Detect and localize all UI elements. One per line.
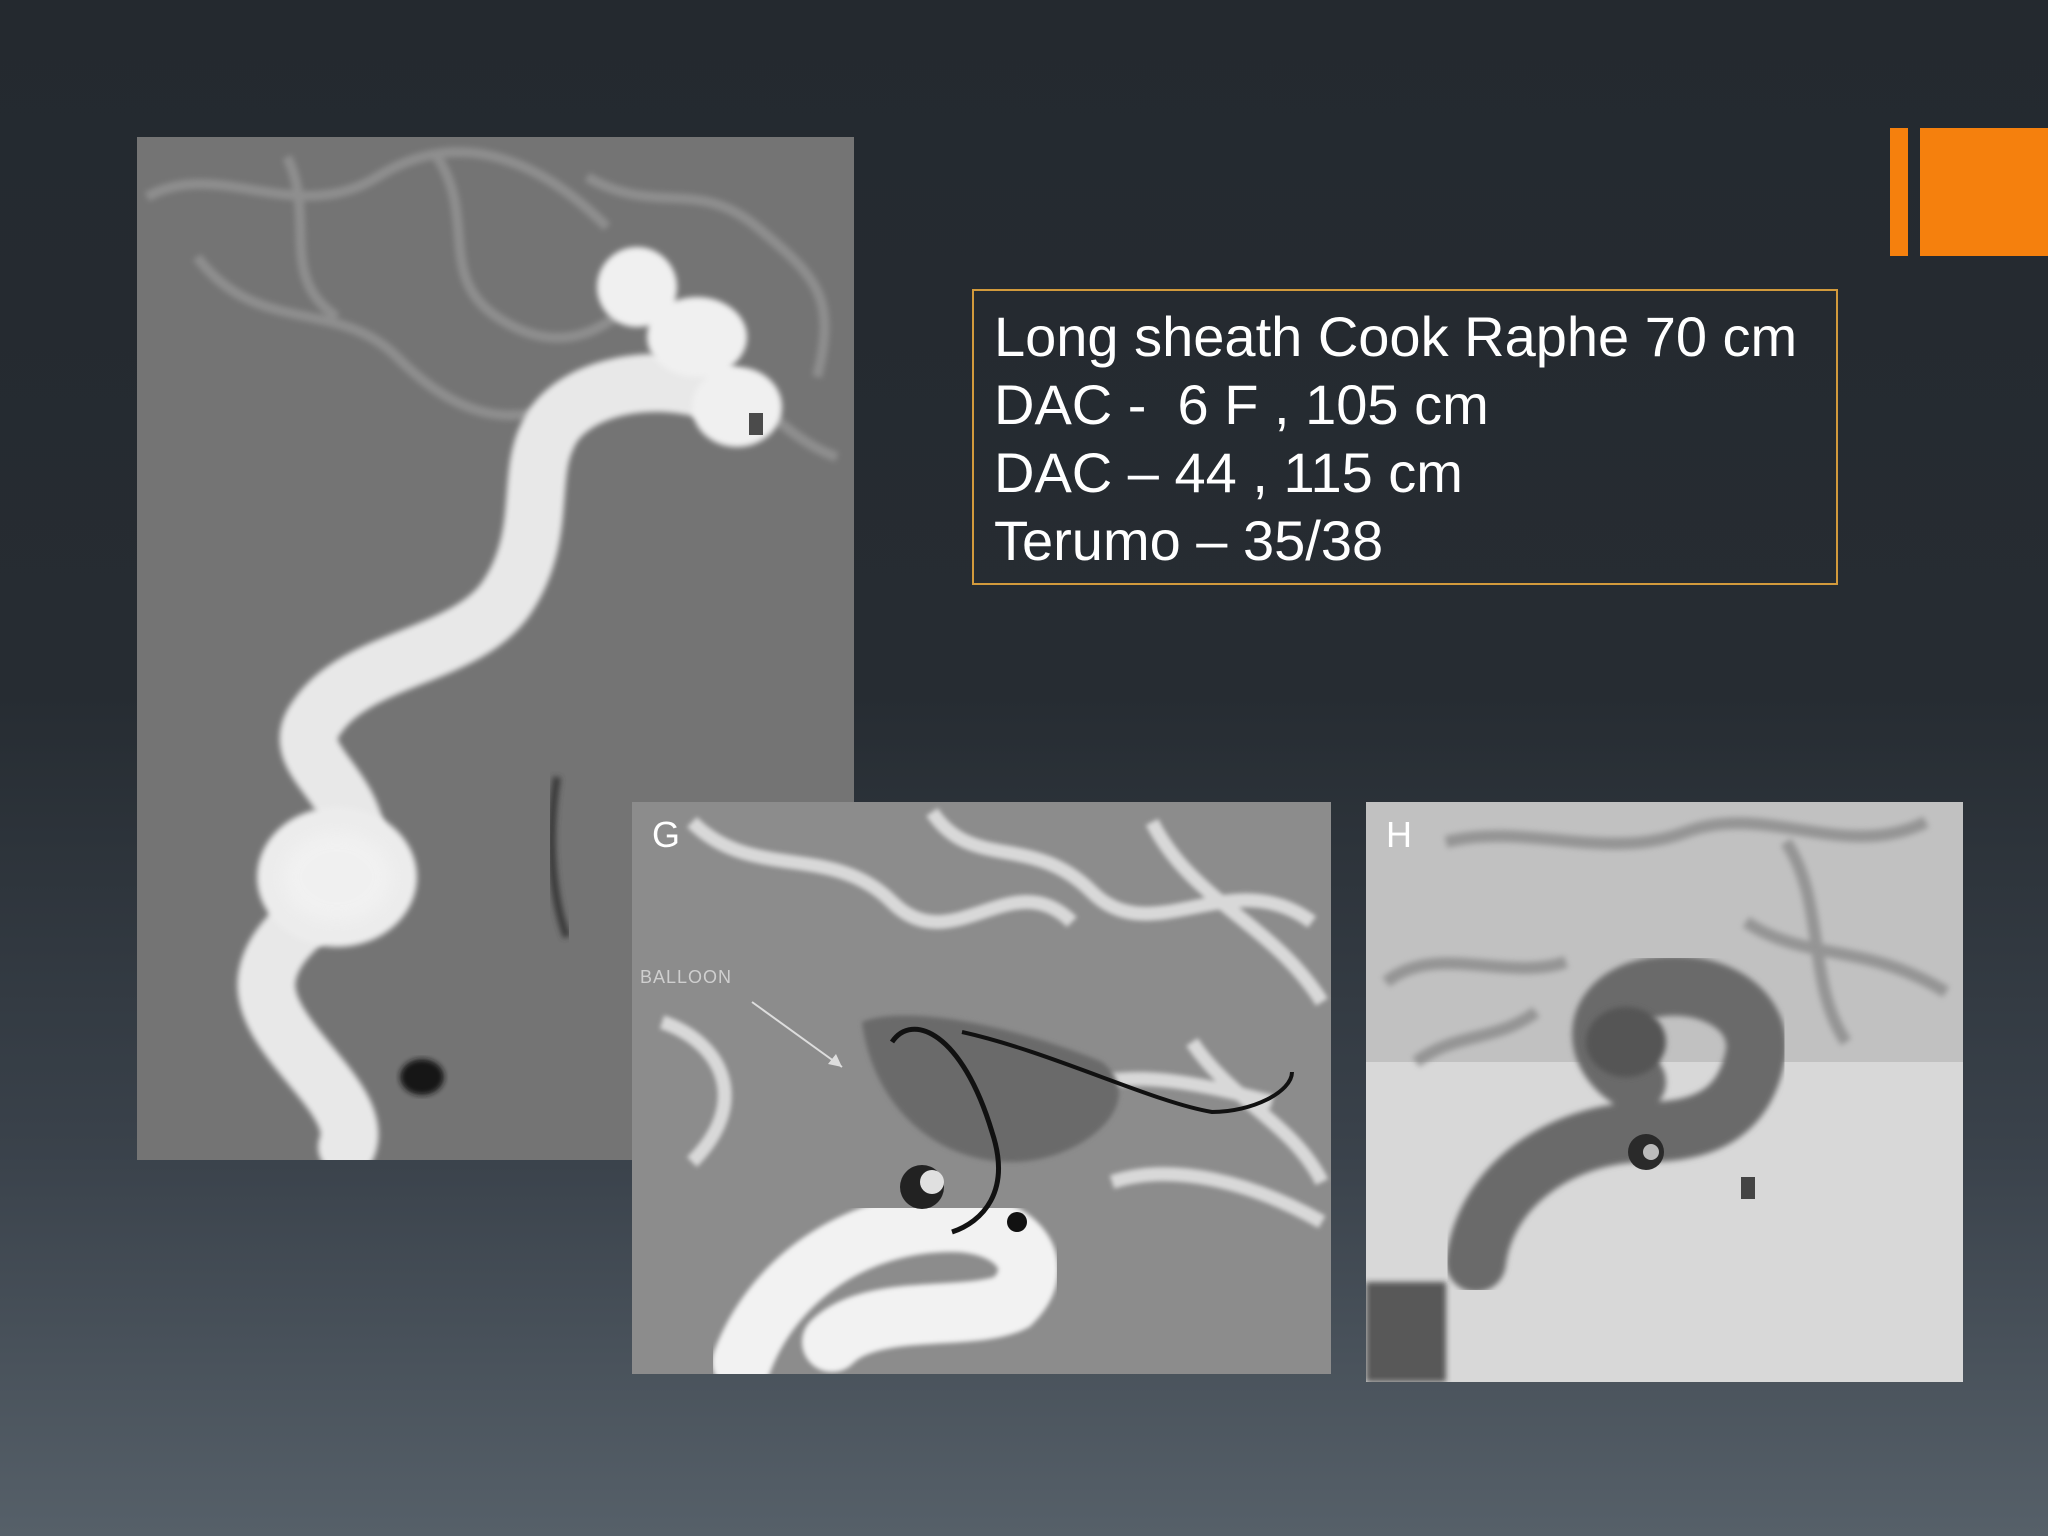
balloon-annotation: BALLOON — [640, 967, 733, 987]
accent-bar-wide — [1920, 128, 2048, 256]
specs-text-box: Long sheath Cook Raphe 70 cm DAC - 6 F ,… — [972, 289, 1838, 585]
angiogram-image-g: G BALLOON — [632, 802, 1331, 1374]
panel-label-h: H — [1386, 814, 1412, 855]
text-line-1: Long sheath Cook Raphe 70 cm — [994, 305, 1798, 368]
accent-bar-thin — [1890, 128, 1908, 256]
panel-label-g: G — [652, 814, 681, 855]
text-line-3: DAC – 44 , 115 cm — [994, 441, 1463, 504]
text-line-4: Terumo – 35/38 — [994, 509, 1384, 572]
angiogram-image-h: H — [1366, 802, 1963, 1382]
text-line-2: DAC - 6 F , 105 cm — [994, 373, 1489, 436]
